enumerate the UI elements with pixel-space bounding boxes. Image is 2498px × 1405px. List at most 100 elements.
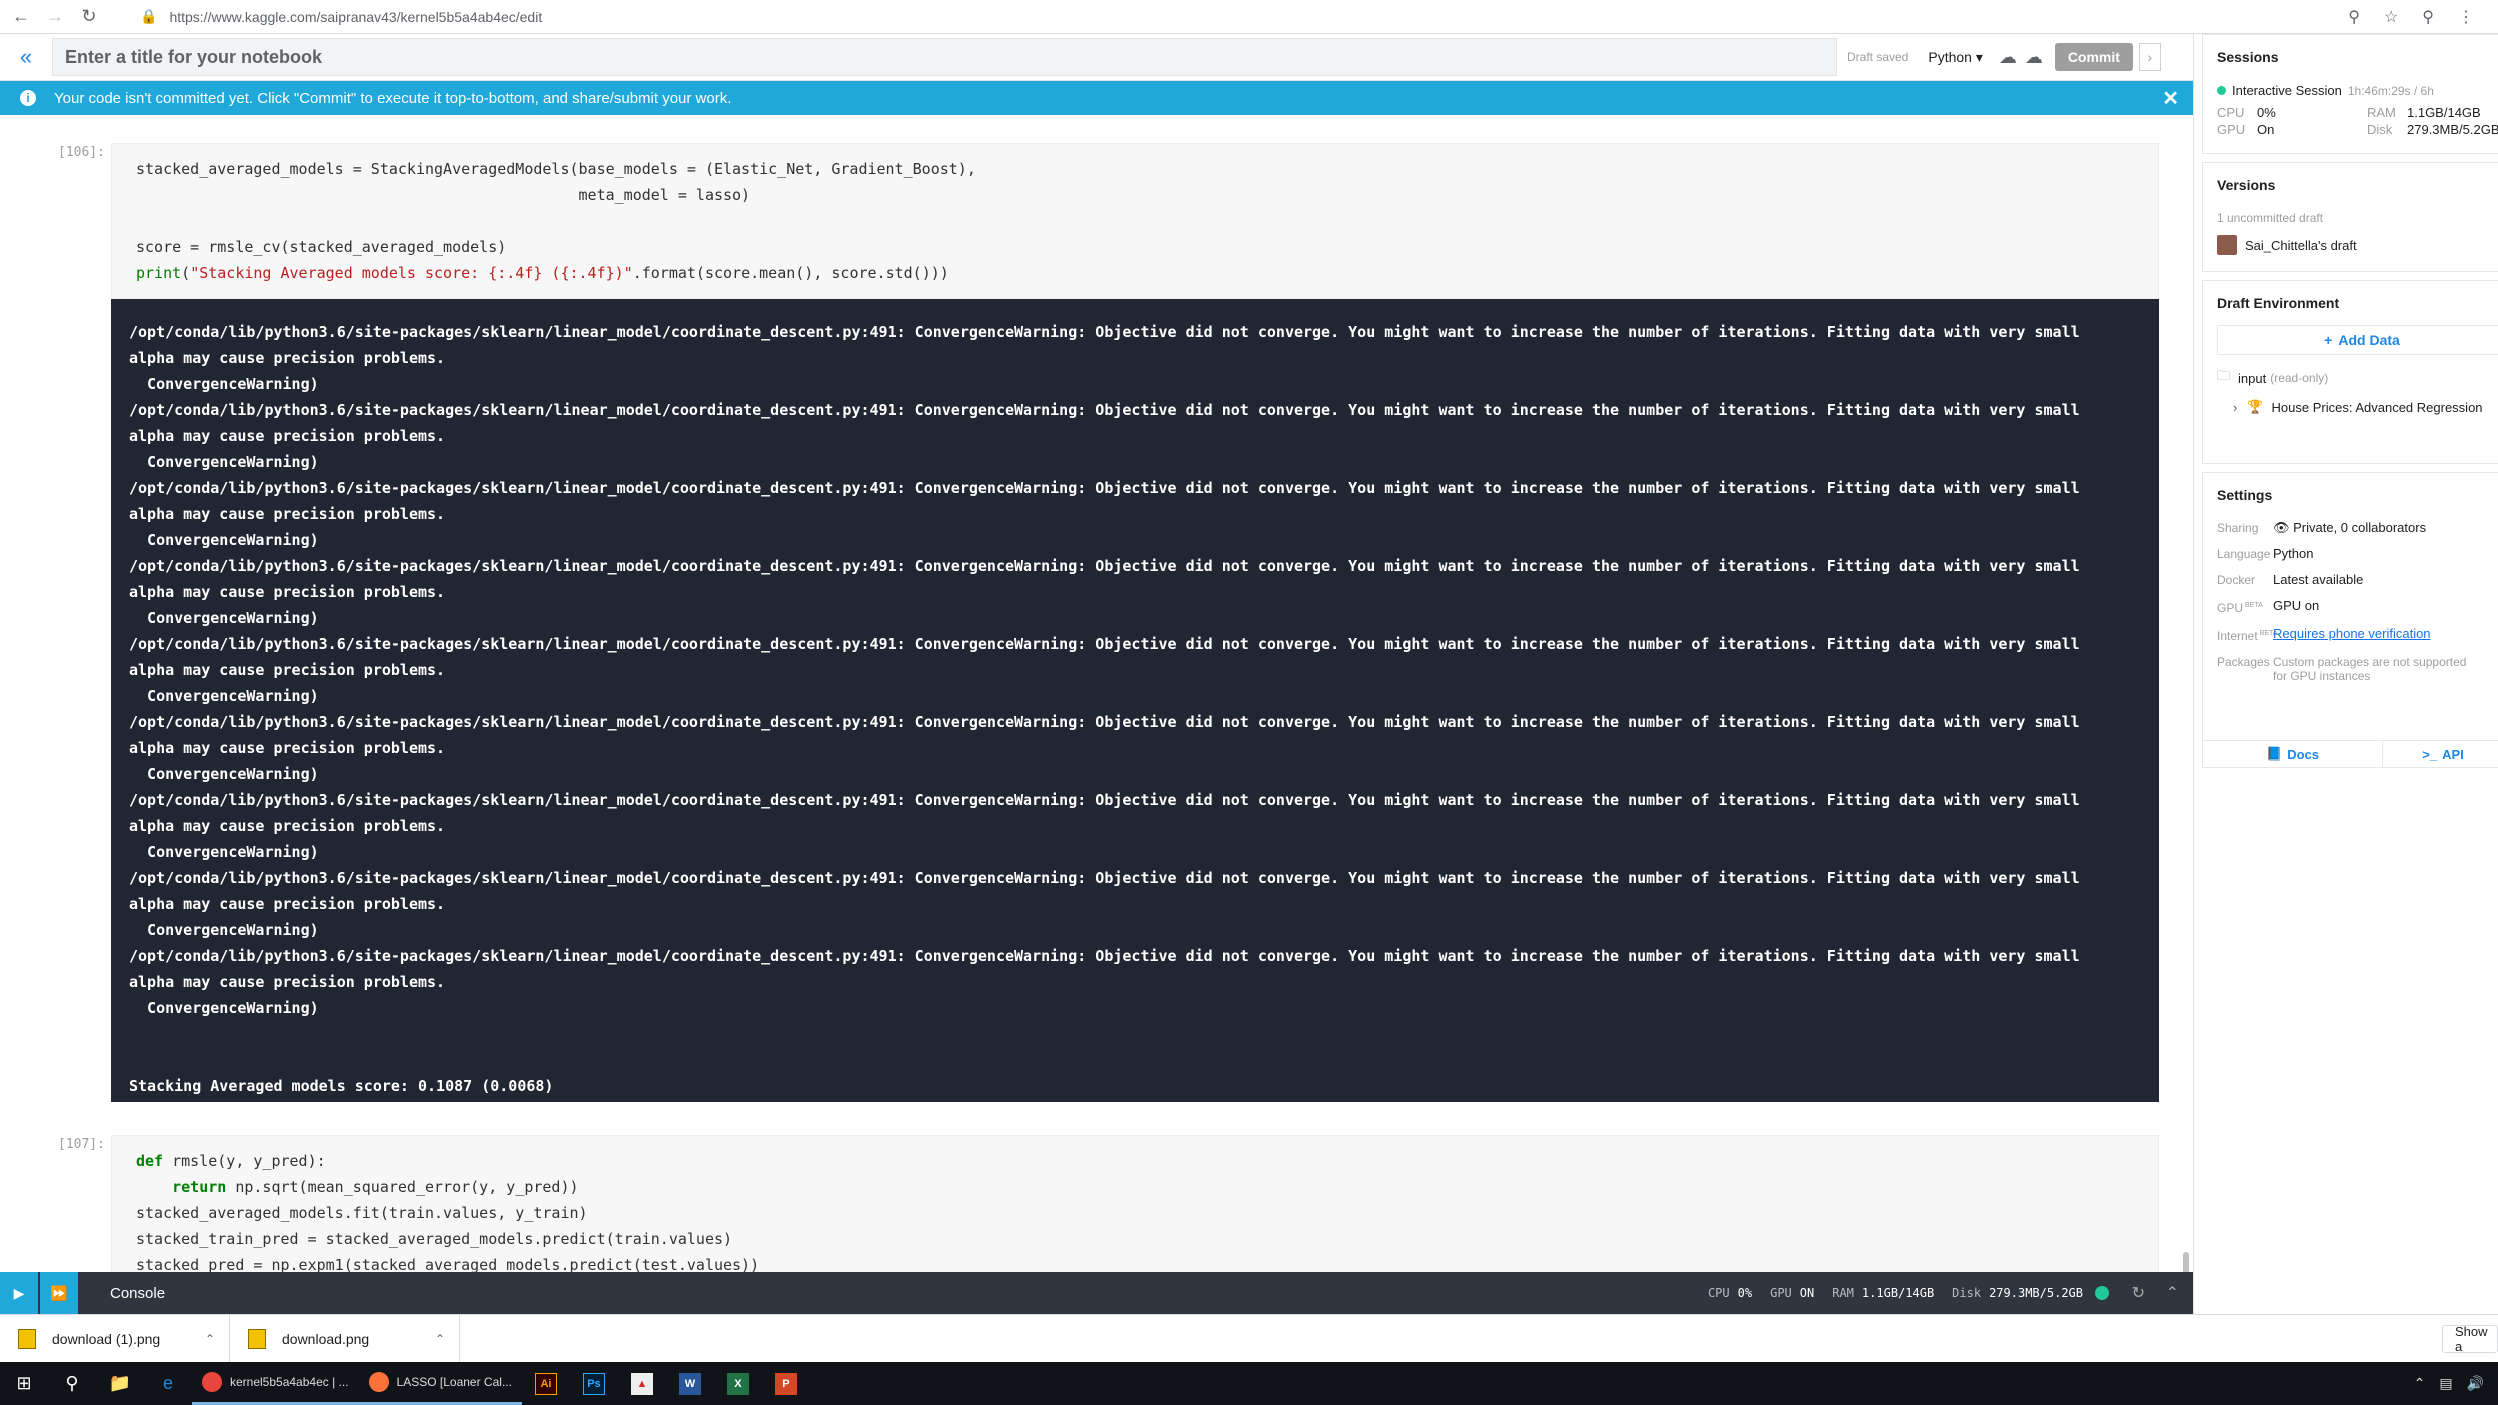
- zoom-icon[interactable]: ⚲: [2348, 7, 2360, 27]
- chevron-right-icon[interactable]: ›: [2138, 43, 2161, 71]
- gpu-label: GPU: [1770, 1286, 1792, 1300]
- versions-title: Versions: [2217, 177, 2276, 193]
- chevron-right-icon: ›: [2233, 399, 2238, 415]
- collapse-sidebar-icon[interactable]: «: [0, 44, 52, 70]
- input-label: input: [2238, 370, 2267, 386]
- download-item[interactable]: download (1).png ⌃: [0, 1314, 230, 1363]
- gpu-value: ON: [1799, 1286, 1815, 1300]
- star-icon[interactable]: ☆: [2384, 7, 2398, 27]
- lock-icon: 🔒: [140, 8, 158, 24]
- system-tray: ⌃ ▤ 🔊: [2400, 1375, 2484, 1392]
- code-editor[interactable]: def rmsle(y, y_pred): return np.sqrt(mea…: [136, 1148, 2134, 1272]
- gpu-value: On: [2257, 122, 2275, 137]
- add-data-label: Add Data: [2338, 332, 2400, 348]
- sessions-section: Sessions Interactive Session 1h:46m:29s …: [2202, 34, 2498, 154]
- chevron-up-icon[interactable]: ⌃: [2166, 1283, 2179, 1303]
- search-icon[interactable]: ⚲: [2422, 7, 2434, 27]
- powerpoint-icon[interactable]: P: [774, 1372, 797, 1395]
- cell-prompt: [107]:: [58, 1137, 105, 1152]
- settings-value: Custom packages are not supported for GP…: [2273, 655, 2467, 683]
- cpu-value: 0%: [2257, 105, 2276, 120]
- taskbar-app-label: LASSO [Loaner Cal...: [396, 1375, 512, 1389]
- cloud-upload-icon[interactable]: ☁: [1999, 47, 2017, 68]
- edge-icon[interactable]: e: [144, 1362, 192, 1405]
- word-icon[interactable]: W: [678, 1372, 701, 1395]
- show-all-button[interactable]: Show a: [2442, 1324, 2498, 1354]
- console-toggle[interactable]: Console: [110, 1285, 165, 1302]
- info-icon: i: [20, 90, 36, 106]
- address-bar[interactable]: 🔒 https://www.kaggle.com/saipranav43/ker…: [140, 8, 542, 25]
- close-icon[interactable]: ✕: [2162, 86, 2179, 111]
- draft-item[interactable]: Sai_Chittella's draft: [2217, 235, 2498, 255]
- settings-value[interactable]: Requires phone verification: [2273, 627, 2473, 641]
- uncommitted-count: 1 uncommitted draft: [2217, 211, 2324, 225]
- api-button[interactable]: >_ API: [2383, 741, 2498, 767]
- session-metrics: CPU 0% RAM 1.1GB/14GB GPU On Disk 279.3M…: [2217, 104, 2498, 138]
- file-explorer-icon[interactable]: 📁: [96, 1362, 144, 1405]
- draft-name: Sai_Chittella's draft: [2245, 237, 2357, 253]
- windows-taskbar: ⊞ ⚲ 📁 e kernel5b5a4ab4ec | ... LASSO [Lo…: [0, 1362, 2498, 1405]
- cell-prompt: [106]:: [58, 145, 105, 160]
- taskbar-app-firefox[interactable]: LASSO [Loaner Cal...: [358, 1362, 522, 1405]
- acrobat-icon[interactable]: ▲: [630, 1372, 653, 1395]
- settings-label: Docker: [2217, 573, 2256, 587]
- chrome-icon: [202, 1372, 222, 1392]
- right-sidebar: Sessions Interactive Session 1h:46m:29s …: [2193, 34, 2498, 1314]
- forward-icon[interactable]: →: [42, 4, 68, 30]
- code-cell[interactable]: stacked_averaged_models = StackingAverag…: [111, 143, 2159, 299]
- scrollbar-thumb[interactable]: [2183, 1252, 2189, 1272]
- illustrator-icon[interactable]: Ai: [534, 1372, 557, 1395]
- add-data-button[interactable]: + Add Data: [2217, 325, 2498, 355]
- language-value: Python: [1928, 48, 1972, 65]
- session-row[interactable]: Interactive Session 1h:46m:29s / 6h: [2217, 83, 2498, 98]
- chevron-up-icon[interactable]: ⌃: [2414, 1375, 2426, 1392]
- chevron-up-icon[interactable]: ⌃: [435, 1332, 445, 1346]
- avatar: [2217, 235, 2237, 255]
- excel-icon[interactable]: X: [726, 1372, 749, 1395]
- taskbar-app-chrome[interactable]: kernel5b5a4ab4ec | ...: [192, 1362, 359, 1405]
- docs-api-footer: 📘 Docs >_ API: [2202, 740, 2498, 768]
- url-text: https://www.kaggle.com/saipranav43/kerne…: [169, 8, 543, 25]
- image-file-icon: [18, 1328, 36, 1349]
- docs-button[interactable]: 📘 Docs: [2203, 741, 2383, 767]
- ram-label: RAM: [2367, 105, 2396, 120]
- commit-button[interactable]: Commit: [2054, 43, 2133, 71]
- trophy-icon: 🏆: [2247, 399, 2264, 414]
- settings-value: GPU on: [2273, 598, 2320, 613]
- menu-icon[interactable]: ⋮: [2458, 7, 2474, 27]
- back-icon[interactable]: ←: [8, 4, 34, 30]
- disk-value: 279.3MB/5.2GB: [1989, 1286, 2083, 1300]
- run-all-icon[interactable]: ⏩: [40, 1272, 78, 1314]
- settings-label: Language: [2217, 547, 2271, 561]
- browser-actions: ⚲ ☆ ⚲ ⋮: [2348, 0, 2498, 34]
- network-icon[interactable]: ▤: [2439, 1375, 2452, 1392]
- reload-icon[interactable]: ↻: [76, 4, 102, 30]
- settings-label: Packages: [2217, 655, 2270, 669]
- code-editor[interactable]: stacked_averaged_models = StackingAverag…: [136, 156, 2134, 286]
- code-cell[interactable]: def rmsle(y, y_pred): return np.sqrt(mea…: [111, 1135, 2159, 1272]
- cloud-download-icon[interactable]: ☁: [2025, 47, 2043, 68]
- dataset-item[interactable]: › 🏆 House Prices: Advanced Regression: [2233, 399, 2498, 415]
- ram-value: 1.1GB/14GB: [2407, 105, 2481, 120]
- ram-value: 1.1GB/14GB: [1861, 1286, 1935, 1300]
- refresh-icon[interactable]: ↻: [2132, 1283, 2145, 1303]
- run-icon[interactable]: ▶: [0, 1272, 38, 1314]
- sessions-title: Sessions: [2217, 49, 2279, 65]
- windows-start-icon[interactable]: ⊞: [0, 1362, 48, 1405]
- chevron-up-icon[interactable]: ⌃: [205, 1332, 215, 1346]
- settings-label: Sharing: [2217, 521, 2259, 535]
- console-bar: ▶ ⏩ Console CPU 0% GPU ON RAM 1.1GB/14GB…: [0, 1272, 2193, 1314]
- uncommitted-banner: i Your code isn't committed yet. Click "…: [0, 81, 2193, 115]
- search-icon[interactable]: ⚲: [48, 1362, 96, 1405]
- volume-icon[interactable]: 🔊: [2467, 1375, 2484, 1392]
- taskbar-app-label: kernel5b5a4ab4ec | ...: [230, 1375, 349, 1389]
- draft-status: Draft saved: [1847, 50, 1909, 64]
- disk-label: Disk: [2367, 122, 2393, 137]
- language-select[interactable]: Python ▾: [1928, 49, 1983, 66]
- notebook-title-input[interactable]: Enter a title for your notebook: [52, 38, 1837, 76]
- download-item[interactable]: download.png ⌃: [230, 1314, 460, 1363]
- downloads-bar: download (1).png ⌃ download.png ⌃ Show a: [0, 1314, 2498, 1363]
- photoshop-icon[interactable]: Ps: [582, 1372, 605, 1395]
- input-folder[interactable]: 🗀 input (read-only): [2217, 367, 2498, 389]
- image-file-icon: [248, 1328, 266, 1349]
